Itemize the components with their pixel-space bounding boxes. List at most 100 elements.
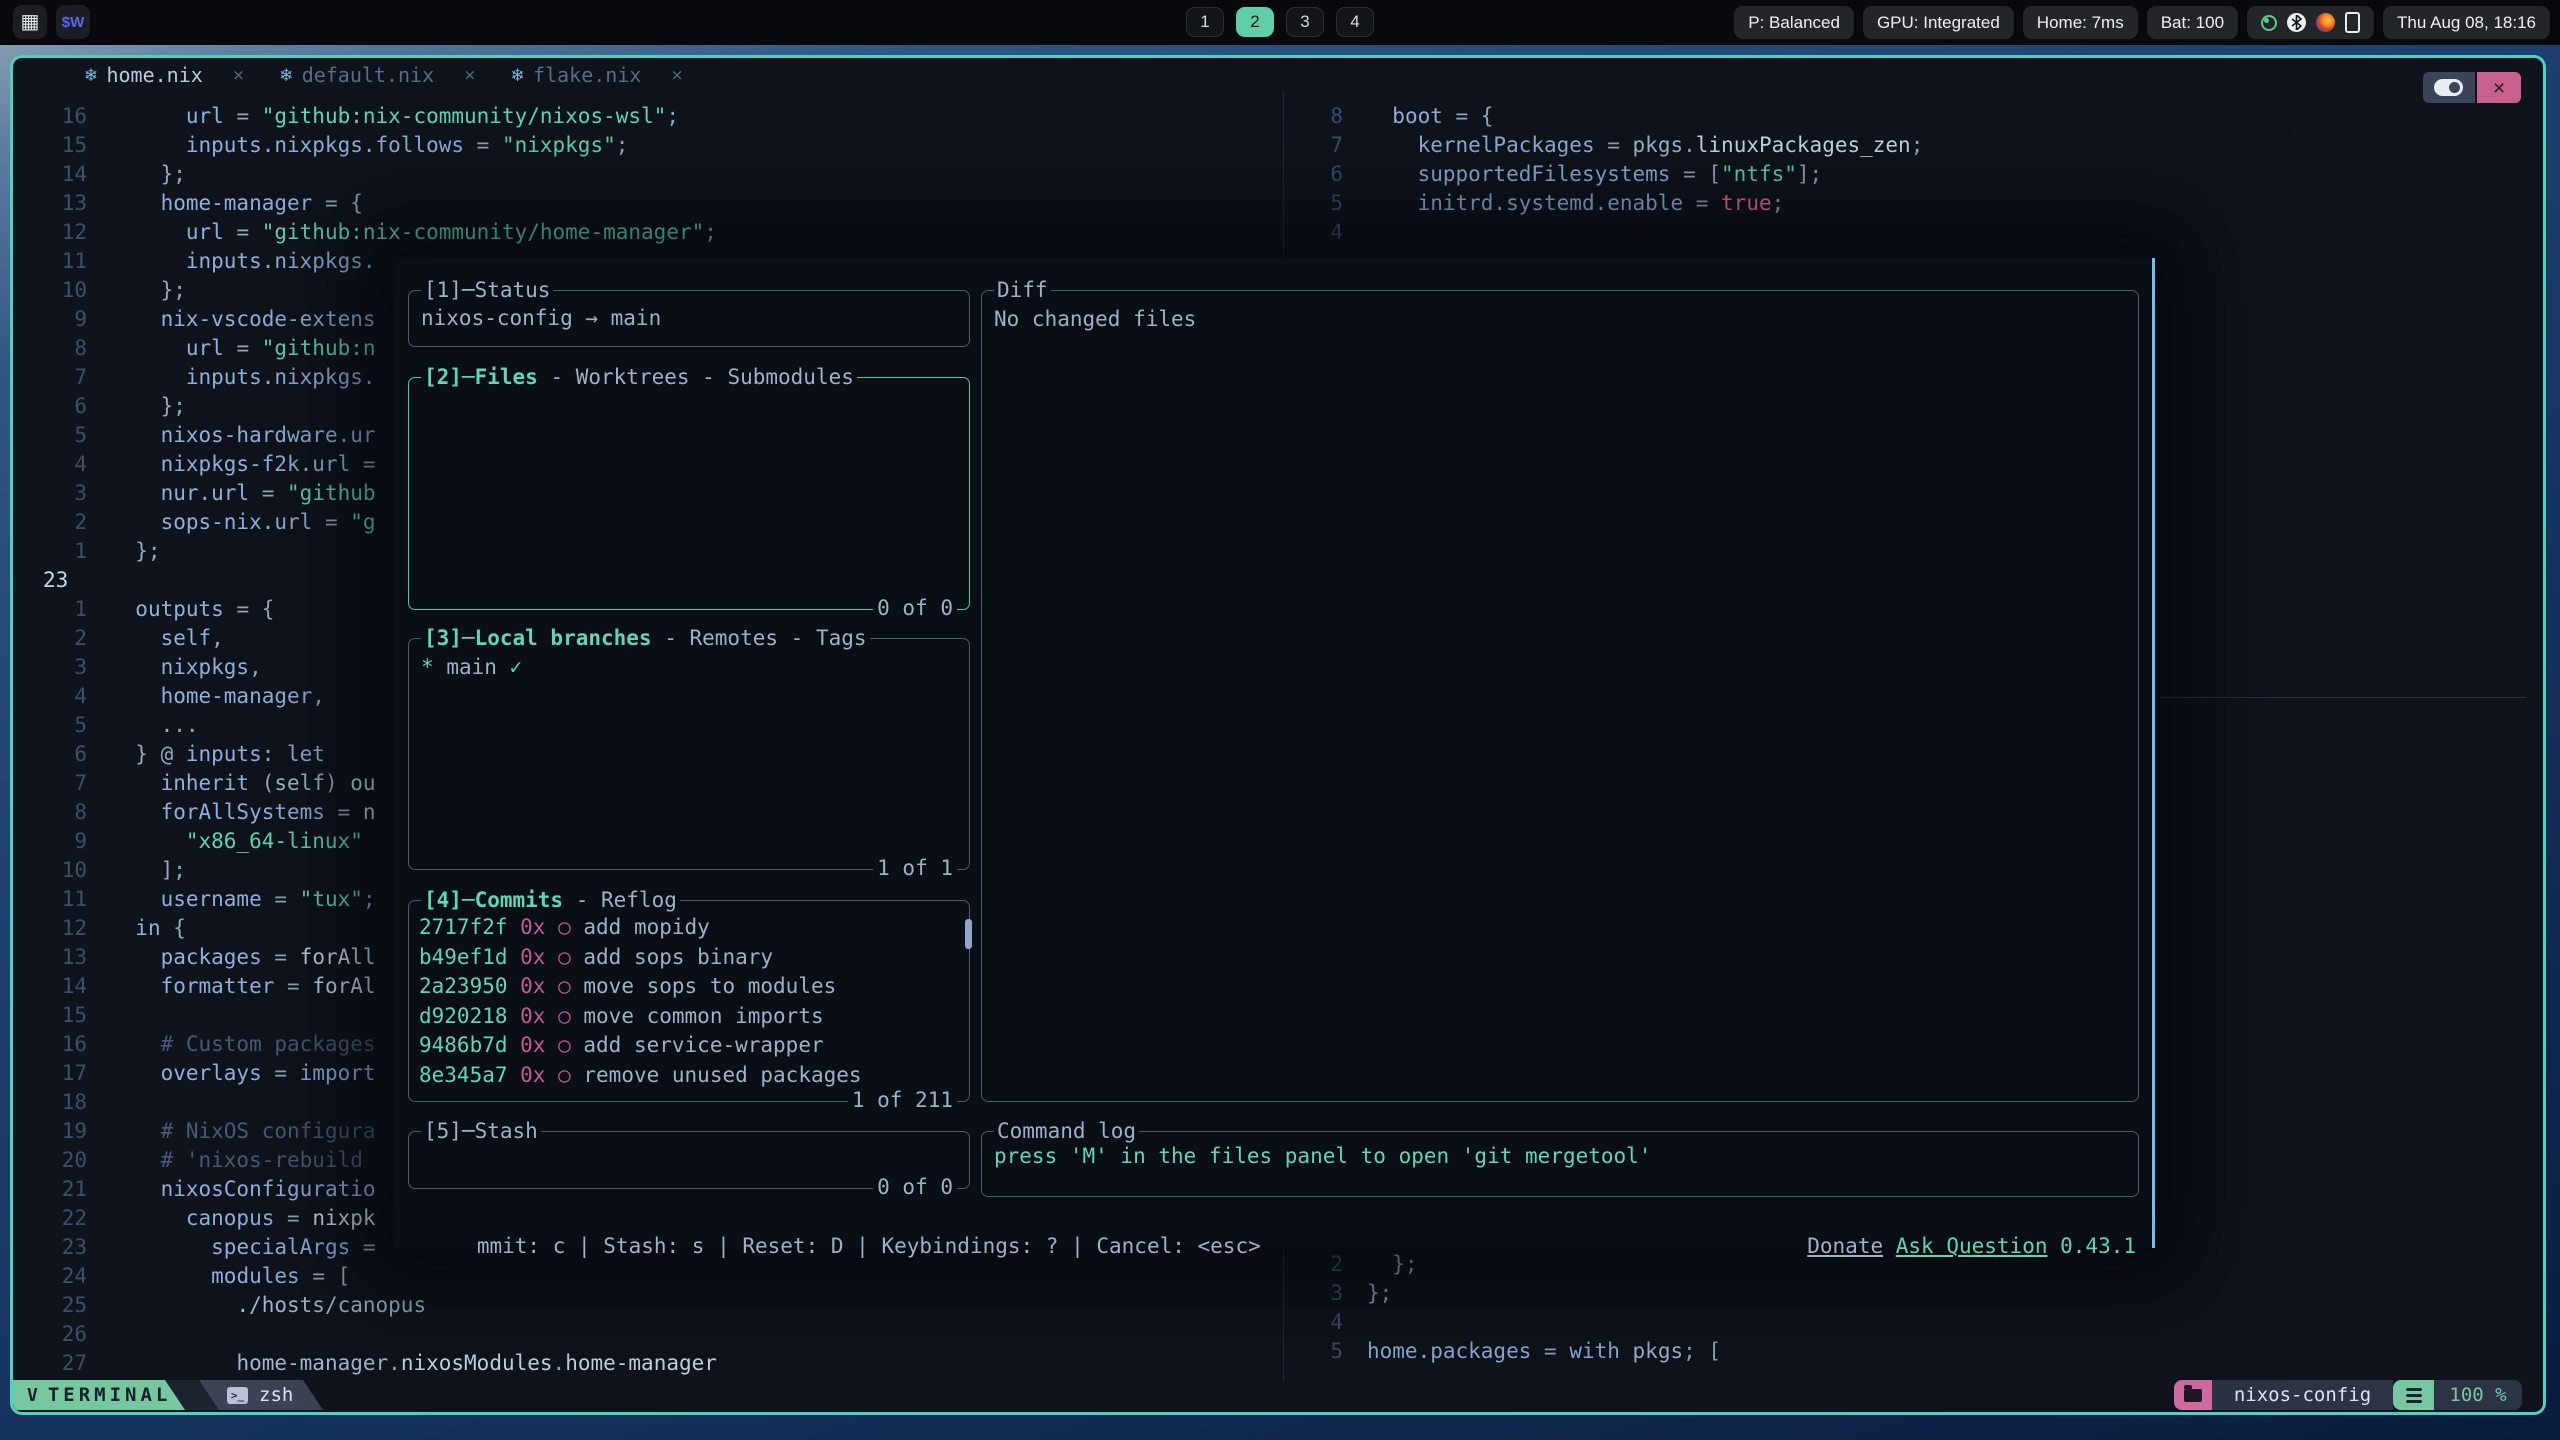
- line-number: 3: [1293, 1279, 1343, 1308]
- lazygit-files-panel[interactable]: [2]─Files - Worktrees - Submodules 0 of …: [408, 377, 970, 610]
- stash-panel-title: [5]─Stash: [421, 1117, 541, 1146]
- phone-icon[interactable]: [2345, 12, 2360, 33]
- line-number: 14: [13, 160, 87, 189]
- code-row: 14 };: [13, 160, 186, 189]
- terminal-prompt-icon: >_: [227, 1387, 248, 1404]
- mode-label: TERMINAL: [48, 1384, 172, 1406]
- code-row: 26: [13, 1320, 110, 1349]
- code-row: 8 url = "github:n: [13, 334, 376, 363]
- scroll-percent: 100 %: [2434, 1380, 2522, 1410]
- media-icon[interactable]: [2316, 13, 2335, 32]
- lines-icon: [2406, 1388, 2422, 1403]
- tab-close-icon[interactable]: ×: [464, 64, 475, 86]
- line-number: 8: [13, 334, 87, 363]
- bluetooth-glyph: [2291, 15, 2302, 30]
- code-row: 22 canopus = nixpk: [13, 1204, 376, 1233]
- tab-close-icon[interactable]: ×: [233, 64, 244, 86]
- commit-row[interactable]: 9486b7d 0x ○ add service-wrapper: [419, 1031, 969, 1061]
- lazygit-commits-panel[interactable]: [4]─Commits - Reflog 2717f2f 0x ○ add mo…: [408, 900, 970, 1102]
- commits-panel-title: [4]─Commits - Reflog: [421, 886, 680, 915]
- line-number: 15: [13, 131, 87, 160]
- files-panel-title: [2]─Files - Worktrees - Submodules: [421, 363, 857, 392]
- line-number: 13: [13, 943, 87, 972]
- code-row: 4 nixpkgs-f2k.url =: [13, 450, 376, 479]
- code-row: 3};: [1293, 1279, 1392, 1308]
- tab-flake.nix[interactable]: ❄flake.nix×: [512, 63, 683, 87]
- bluetooth-icon[interactable]: [2287, 13, 2306, 32]
- donate-link[interactable]: Donate: [1807, 1234, 1883, 1258]
- line-number: 9: [13, 305, 87, 334]
- window-toggle[interactable]: [2423, 72, 2475, 103]
- lazygit-branches-panel[interactable]: [3]─Local branches - Remotes - Tags * ma…: [408, 638, 970, 870]
- commit-list: 2717f2f 0x ○ add mopidyb49ef1d 0x ○ add …: [409, 901, 969, 1090]
- code-row: 14 formatter = forAl: [13, 972, 376, 1001]
- line-number: 19: [13, 1117, 87, 1146]
- ask-question-link[interactable]: Ask Question: [1896, 1234, 2048, 1258]
- line-number: 25: [13, 1291, 87, 1320]
- line-number: 3: [13, 479, 87, 508]
- line-number: 6: [1293, 160, 1343, 189]
- window-close-button[interactable]: ×: [2477, 72, 2521, 103]
- line-number: 1: [13, 537, 87, 566]
- app-launcher-button[interactable]: ▦: [13, 5, 47, 39]
- commit-row[interactable]: d920218 0x ○ move common imports: [419, 1002, 969, 1032]
- line-number: 21: [13, 1175, 87, 1204]
- tab-home.nix[interactable]: ❄home.nix×: [85, 63, 244, 87]
- network-icon[interactable]: [2261, 15, 2277, 31]
- code-row: 7 kernelPackages = pkgs.linuxPackages_ze…: [1293, 131, 1923, 160]
- line-number: 10: [13, 276, 87, 305]
- code-row: 4 home-manager,: [13, 682, 325, 711]
- line-number: 1: [13, 595, 87, 624]
- lazygit-keybindings-bar: mmit: c | Stash: s | Reset: D | Keybindi…: [401, 1203, 2136, 1232]
- commit-row[interactable]: b49ef1d 0x ○ add sops binary: [419, 943, 969, 973]
- line-number: 3: [13, 653, 87, 682]
- line-number: 8: [13, 798, 87, 827]
- commits-scrollbar-thumb[interactable]: [965, 919, 972, 949]
- code-row: 11 username = "tux";: [13, 885, 376, 914]
- command-log-content: press 'M' in the files panel to open 'gi…: [982, 1132, 2138, 1171]
- lazygit-command-log-panel[interactable]: Command log press 'M' in the files panel…: [981, 1131, 2139, 1197]
- line-number: 4: [1293, 1308, 1343, 1337]
- nix-snowflake-icon: ❄: [280, 64, 291, 86]
- code-row: 12 in {: [13, 914, 186, 943]
- code-row: 2 sops-nix.url = "g: [13, 508, 376, 537]
- line-number: 5: [13, 421, 87, 450]
- workspace-button-2[interactable]: 2: [1236, 7, 1274, 37]
- workspace-button-4[interactable]: 4: [1336, 7, 1374, 37]
- commit-graph-icon: ○: [545, 915, 570, 939]
- special-workspace-button[interactable]: $W: [56, 5, 90, 39]
- code-row: 5home.packages = with pkgs; [: [1293, 1337, 1721, 1366]
- lazygit-popup: [1]─Status nixos-config → main [2]─Files…: [395, 258, 2155, 1248]
- line-number: 6: [13, 740, 87, 769]
- tab-label: flake.nix: [533, 63, 641, 87]
- commit-graph-icon: ○: [545, 1004, 570, 1028]
- statusline-folder-segment: [2174, 1380, 2212, 1410]
- commit-graph-icon: ○: [545, 1063, 570, 1087]
- repo-label: nixos-config: [2212, 1380, 2393, 1410]
- code-row: 1 outputs = {: [13, 595, 274, 624]
- workspace-button-3[interactable]: 3: [1286, 7, 1324, 37]
- code-row: 4: [1293, 1308, 1367, 1337]
- vim-icon: V: [27, 1385, 38, 1406]
- lazygit-version: 0.43.1: [2060, 1234, 2136, 1258]
- tab-close-icon[interactable]: ×: [671, 64, 682, 86]
- statusline: V TERMINAL >_ zsh nixos-config 100 %: [13, 1380, 2543, 1410]
- shell-label: zsh: [259, 1384, 293, 1406]
- workspace-switcher: 1234: [1186, 7, 1374, 37]
- commit-row[interactable]: 2717f2f 0x ○ add mopidy: [419, 913, 969, 943]
- workspace-button-1[interactable]: 1: [1186, 7, 1224, 37]
- commit-row[interactable]: 2a23950 0x ○ move sops to modules: [419, 972, 969, 1002]
- code-row: 11 inputs.nixpkgs.: [13, 247, 376, 276]
- line-number: 16: [13, 102, 87, 131]
- code-row: 13 packages = forAll: [13, 943, 376, 972]
- lazygit-stash-panel[interactable]: [5]─Stash 0 of 0: [408, 1131, 970, 1189]
- files-count: 0 of 0: [873, 594, 957, 623]
- code-row: 5 ...: [13, 711, 199, 740]
- code-row: 5 nixos-hardware.ur: [13, 421, 376, 450]
- tab-default.nix[interactable]: ❄default.nix×: [280, 63, 475, 87]
- lazygit-diff-panel[interactable]: Diff No changed files: [981, 290, 2139, 1102]
- code-row: 9 "x86_64-linux": [13, 827, 363, 856]
- statusline-shell-segment: >_ zsh: [227, 1380, 293, 1410]
- lazygit-status-panel[interactable]: [1]─Status nixos-config → main: [408, 290, 970, 347]
- code-row: 23 specialArgs =: [13, 1233, 376, 1262]
